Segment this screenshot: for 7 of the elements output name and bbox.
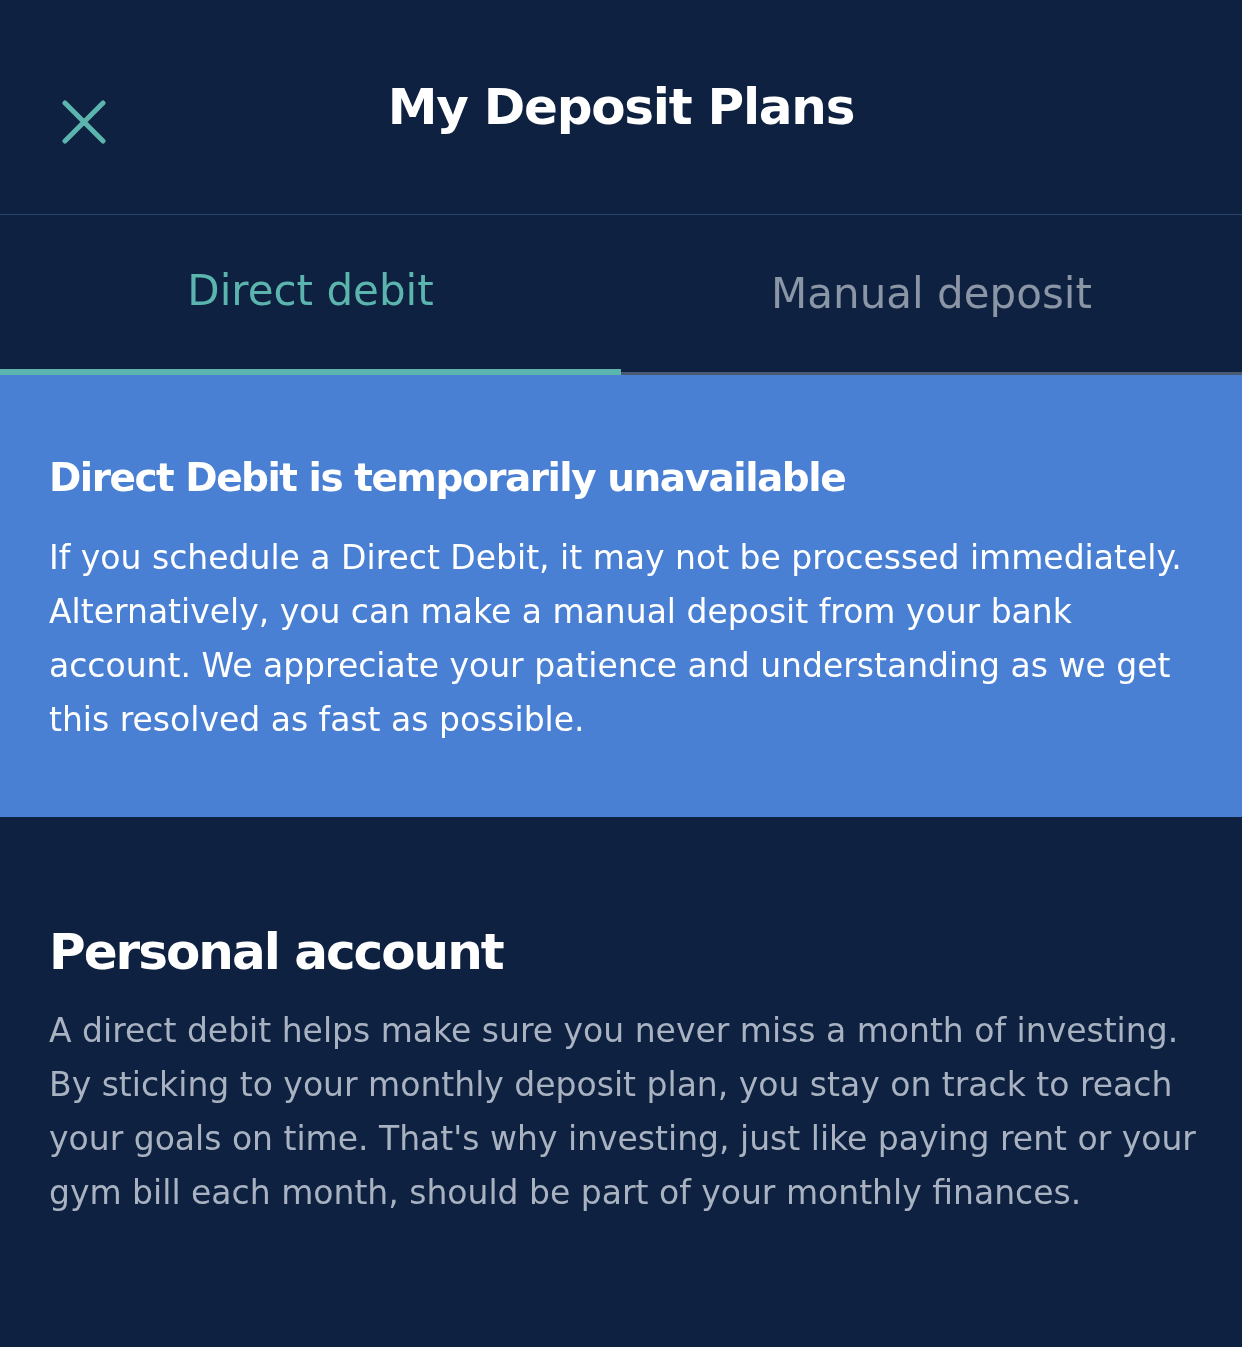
screen-title: My Deposit Plans [387,76,855,138]
section-text: A direct debit helps make sure you never miss a month of investing. By sticking to your monthly deposit plan, you stay on track to reach your goals on time. That's why investing, just like paying rent or your gym bill each month, should be part of your monthly finances. [49,1010,1197,1214]
close-icon [62,100,106,144]
notice-text: If you schedule a Direct Debit, it may not be processed immediately. Alternatively, you can make a manual deposit from your bank account. We appreciate your patience and understanding as we get this resolved as fast as possible. [49,537,1183,741]
notice-title: Direct Debit is temporarily unavailable [49,454,847,502]
close-button[interactable] [60,98,108,146]
section-title: Personal account [49,922,505,982]
